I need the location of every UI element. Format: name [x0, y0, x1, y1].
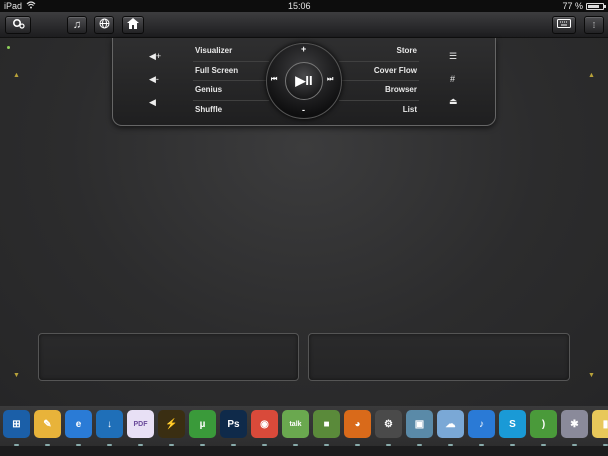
- system-tools-icon[interactable]: ✱: [561, 410, 588, 446]
- firefox-icon[interactable]: ◕: [344, 410, 371, 446]
- steam-icon[interactable]: ⚙: [375, 410, 402, 446]
- network-icon[interactable]: ☁: [437, 410, 464, 446]
- arrow-up-left-icon[interactable]: ▲: [13, 72, 20, 79]
- clock: 15:06: [287, 1, 311, 11]
- shuffle-button[interactable]: Shuffle: [195, 105, 222, 114]
- minecraft-icon[interactable]: ■: [313, 410, 340, 446]
- skype-icon[interactable]: S: [499, 410, 526, 446]
- next-track-icon[interactable]: ⏭: [327, 76, 333, 84]
- more-button[interactable]: ⁞: [584, 16, 604, 34]
- volume-up-icon[interactable]: ◀+: [149, 51, 161, 62]
- downloader-icon[interactable]: ↓: [96, 410, 123, 446]
- steam-glyph: ⚙: [384, 418, 393, 430]
- separator: [339, 80, 419, 81]
- indicator-dot: [7, 46, 10, 49]
- battery-percent: 77 %: [562, 1, 583, 11]
- rss-reader-icon[interactable]: ): [530, 410, 557, 446]
- mute-icon[interactable]: ◀: [149, 97, 156, 108]
- skype-glyph: S: [509, 418, 516, 430]
- gear-icon: [12, 18, 25, 32]
- cover-flow-button[interactable]: Cover Flow: [374, 66, 417, 75]
- winamp-icon[interactable]: ⚡: [158, 410, 185, 446]
- volume-down-icon[interactable]: ◀-: [149, 74, 159, 85]
- paint-glyph: ✎: [43, 418, 52, 430]
- keyboard-button[interactable]: [552, 16, 576, 34]
- genius-button[interactable]: Genius: [195, 85, 222, 94]
- system-tools-glyph: ✱: [570, 418, 579, 430]
- settings-button[interactable]: [5, 16, 31, 34]
- taskbar-dock: ⊞ ✎ e ↓ PDF ⚡ µ Ps ◉ talk ■ ◕ ⚙ ▣ ☁ ♪ S) ✱ ▮: [0, 406, 608, 456]
- volume-minus-button[interactable]: -: [302, 105, 305, 115]
- toolbar: ♫ ⁞: [0, 12, 608, 38]
- grid-icon[interactable]: #: [450, 74, 455, 84]
- browser-button[interactable]: Browser: [385, 85, 417, 94]
- itunes-glyph: ♪: [479, 418, 484, 430]
- chrome-glyph: ◉: [260, 418, 269, 430]
- google-talk-glyph: talk: [289, 420, 302, 428]
- more-icon: ⁞: [592, 20, 596, 30]
- folder-glyph: ▮: [602, 418, 608, 430]
- wifi-icon: [26, 1, 36, 11]
- remote-desktop-glyph: ▣: [414, 418, 425, 430]
- winamp-glyph: ⚡: [165, 418, 178, 430]
- battery-icon: [586, 2, 606, 10]
- arrow-down-left-icon[interactable]: ▼: [13, 372, 20, 379]
- remote-desktop-icon[interactable]: ▣: [406, 410, 433, 446]
- previous-track-icon[interactable]: ⏮: [271, 76, 277, 84]
- photoshop-icon[interactable]: Ps: [220, 410, 247, 446]
- arrow-down-right-icon[interactable]: ▼: [588, 372, 595, 379]
- web-button[interactable]: [94, 16, 114, 34]
- paint-icon[interactable]: ✎: [34, 410, 61, 446]
- globe-icon: [99, 18, 110, 32]
- list-button[interactable]: List: [403, 105, 417, 114]
- play-pause-icon: ▶II: [295, 73, 313, 88]
- folder-icon[interactable]: ▮: [592, 410, 608, 446]
- downloader-glyph: ↓: [107, 418, 112, 430]
- separator: [193, 80, 269, 81]
- play-pause-button[interactable]: ▶II: [285, 62, 323, 100]
- arrow-up-right-icon[interactable]: ▲: [588, 72, 595, 79]
- windows-start-icon[interactable]: ⊞: [3, 410, 30, 446]
- touchpad-right[interactable]: [308, 333, 570, 381]
- utorrent-icon[interactable]: µ: [189, 410, 216, 446]
- dock-icons: ⊞ ✎ e ↓ PDF ⚡ µ Ps ◉ talk ■ ◕ ⚙ ▣ ☁ ♪ S) ✱ ▮: [3, 410, 608, 446]
- home-icon: [127, 18, 139, 32]
- home-button[interactable]: [122, 16, 144, 34]
- status-bar: iPad 15:06 77 %: [0, 0, 608, 12]
- internet-explorer-icon[interactable]: e: [65, 410, 92, 446]
- minecraft-glyph: ■: [323, 418, 330, 430]
- google-talk-icon[interactable]: talk: [282, 410, 309, 446]
- volume-plus-button[interactable]: +: [301, 44, 306, 54]
- full-screen-button[interactable]: Full Screen: [195, 66, 238, 75]
- internet-explorer-glyph: e: [75, 418, 82, 430]
- pdf-tool-glyph: PDF: [133, 420, 148, 428]
- list-view-icon[interactable]: ☰: [449, 51, 457, 62]
- photoshop-glyph: Ps: [227, 418, 240, 430]
- separator: [339, 100, 419, 101]
- visualizer-button[interactable]: Visualizer: [195, 46, 232, 55]
- touchpad-left[interactable]: [38, 333, 299, 381]
- rss-reader-glyph: ): [541, 418, 546, 430]
- windows-start-glyph: ⊞: [12, 418, 21, 430]
- music-note-icon: ♫: [72, 19, 82, 31]
- firefox-glyph: ◕: [354, 418, 361, 430]
- store-button[interactable]: Store: [397, 46, 417, 55]
- utorrent-glyph: µ: [199, 418, 206, 430]
- network-glyph: ☁: [445, 418, 456, 430]
- chrome-icon[interactable]: ◉: [251, 410, 278, 446]
- keyboard-icon: [557, 19, 571, 31]
- media-control-panel: ◀+ ◀- ◀ Visualizer Full Screen Genius Sh…: [112, 38, 496, 126]
- music-button[interactable]: ♫: [67, 16, 87, 34]
- separator: [193, 100, 269, 101]
- separator: [339, 61, 419, 62]
- pdf-tool-icon[interactable]: PDF: [127, 410, 154, 446]
- itunes-icon[interactable]: ♪: [468, 410, 495, 446]
- dock-base: [0, 446, 608, 456]
- device-name: iPad: [4, 1, 23, 11]
- eject-icon[interactable]: ⏏: [449, 96, 458, 107]
- click-wheel[interactable]: + - ⏮ ⏭ ▶II: [266, 43, 342, 119]
- separator: [193, 61, 269, 62]
